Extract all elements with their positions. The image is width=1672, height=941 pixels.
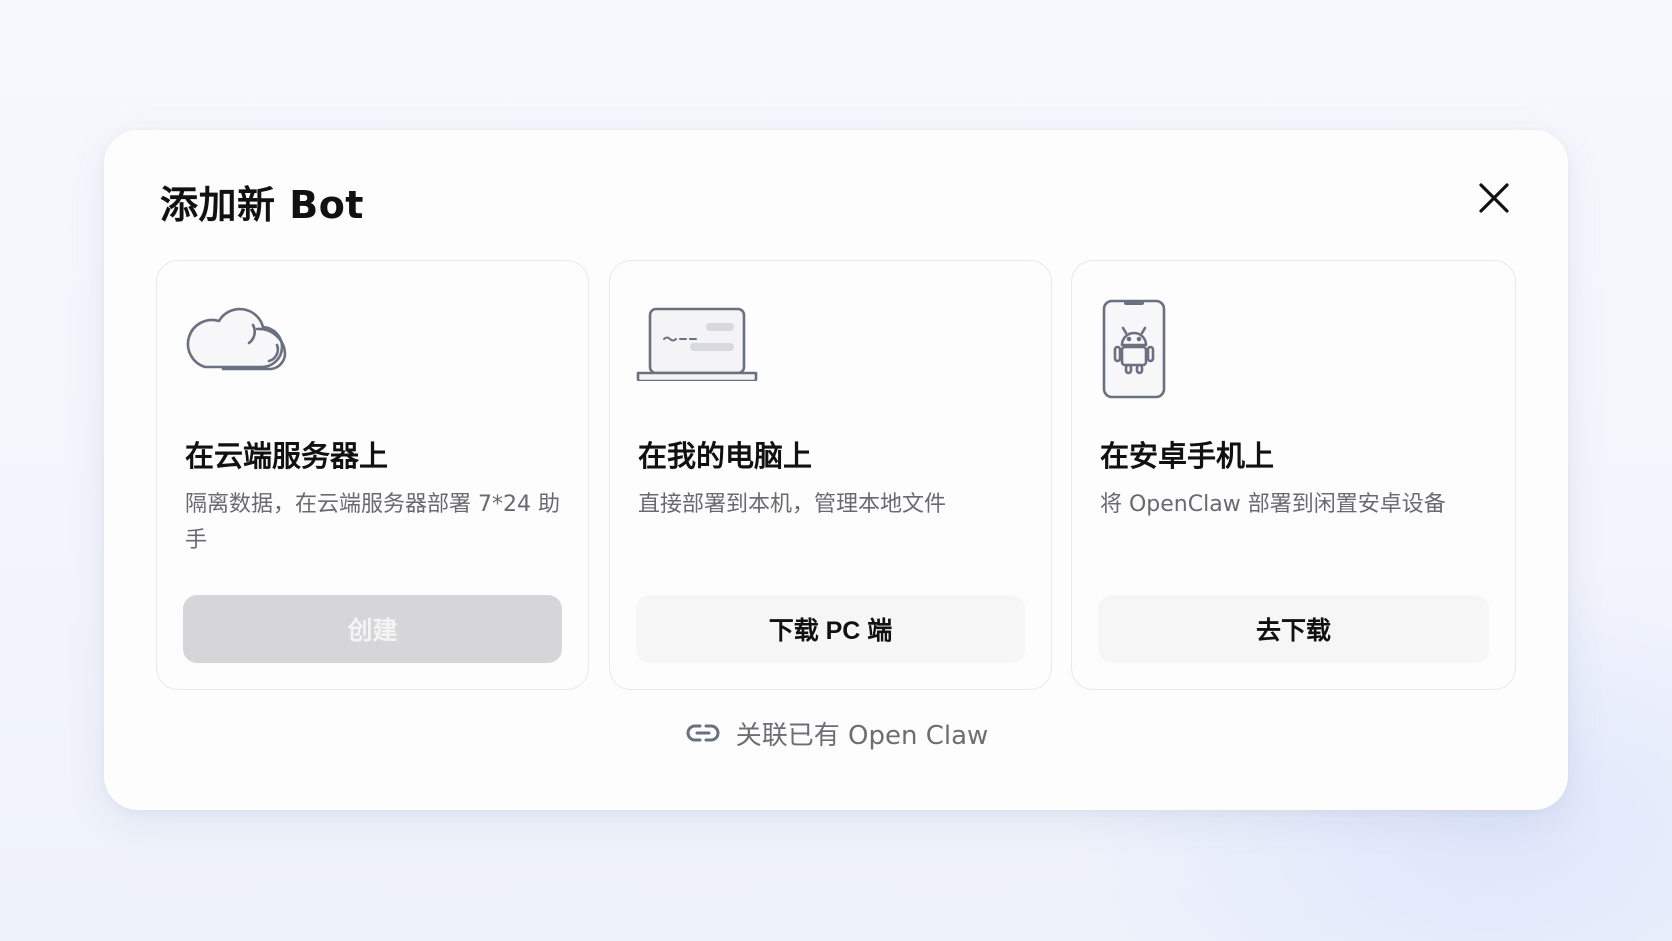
link-icon: [686, 724, 720, 742]
cloud-server-option-card: 在云端服务器上 隔离数据，在云端服务器部署 7*24 助手 创建: [156, 260, 589, 690]
download-pc-button[interactable]: 下载 PC 端: [636, 595, 1025, 663]
create-button[interactable]: 创建: [183, 595, 562, 663]
card-description: 将 OpenClaw 部署到闲置安卓设备: [1100, 492, 1446, 517]
go-download-button[interactable]: 去下载: [1098, 595, 1489, 663]
card-title: 在安卓手机上: [1100, 439, 1275, 473]
android-phone-icon: [1102, 299, 1168, 405]
link-existing-openclaw[interactable]: 关联已有 Open Claw: [104, 714, 1568, 752]
local-pc-option-card: 在我的电脑上 直接部署到本机，管理本地文件 下载 PC 端: [609, 260, 1052, 690]
card-title: 在我的电脑上: [638, 439, 813, 473]
close-icon: [1479, 183, 1509, 213]
card-description: 直接部署到本机，管理本地文件: [638, 492, 947, 517]
close-button[interactable]: [1474, 178, 1514, 218]
card-title: 在云端服务器上: [185, 439, 389, 473]
laptop-icon: [636, 297, 760, 385]
add-bot-dialog: 添加新 Bot 在云端服务器上 隔离数据，在云端服务器部署 7*24 助手 创建: [104, 130, 1568, 810]
dialog-title: 添加新 Bot: [160, 183, 364, 227]
card-description: 隔离数据，在云端服务器部署 7*24 助手: [185, 492, 560, 553]
link-label: 关联已有 Open Claw: [735, 720, 989, 751]
cloud-icon: [183, 297, 295, 381]
android-phone-option-card: 在安卓手机上 将 OpenClaw 部署到闲置安卓设备 去下载: [1071, 260, 1516, 690]
